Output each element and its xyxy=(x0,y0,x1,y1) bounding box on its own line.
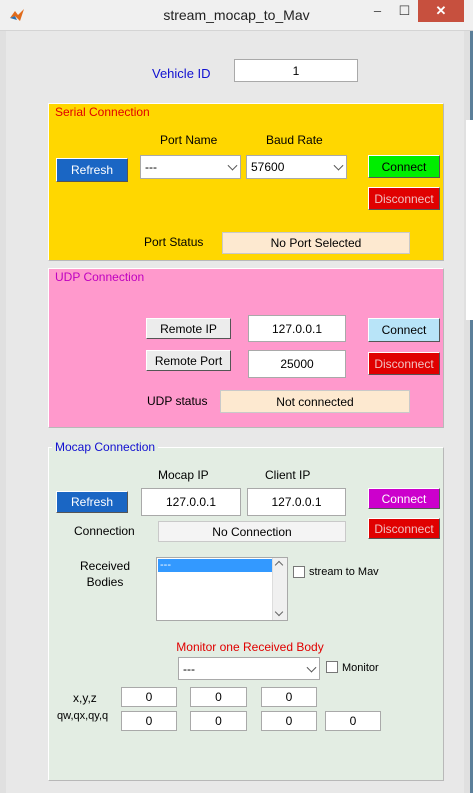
mocap-disconnect-button[interactable]: Disconnect xyxy=(368,518,440,539)
mocap-connection-title: Mocap Connection xyxy=(52,440,159,454)
qx-field[interactable]: 0 xyxy=(190,711,247,731)
maximize-button[interactable]: ☐ xyxy=(391,0,418,22)
udp-connect-button[interactable]: Connect xyxy=(368,318,440,342)
stream-to-mav-checkbox[interactable] xyxy=(293,566,305,578)
list-item[interactable]: --- xyxy=(158,559,273,572)
chevron-down-icon xyxy=(274,607,284,617)
qw-field[interactable]: 0 xyxy=(121,711,177,731)
port-name-select[interactable]: --- xyxy=(140,155,241,179)
monitor-body-value: --- xyxy=(183,661,195,676)
client-ip-input[interactable]: 127.0.0.1 xyxy=(247,488,346,516)
chevron-down-icon xyxy=(306,662,317,673)
mocap-ip-label: Mocap IP xyxy=(158,468,209,482)
remote-ip-input[interactable]: 127.0.0.1 xyxy=(248,315,346,342)
received-bodies-listbox[interactable]: --- xyxy=(156,557,288,621)
quaternion-label: qw,qx,qy,q xyxy=(57,710,109,722)
port-status-label: Port Status xyxy=(144,235,204,249)
udp-status-label: UDP status xyxy=(147,394,208,408)
connection-label: Connection xyxy=(74,524,135,538)
serial-disconnect-button[interactable]: Disconnect xyxy=(368,187,440,210)
baud-rate-value: 57600 xyxy=(251,160,285,174)
udp-connection-title: UDP Connection xyxy=(52,270,148,284)
minimize-button[interactable]: – xyxy=(364,0,391,22)
remote-ip-label: Remote IP xyxy=(146,318,231,339)
baud-rate-select[interactable]: 57600 xyxy=(246,155,347,179)
port-name-label: Port Name xyxy=(160,133,218,147)
background-window-edge xyxy=(466,120,473,320)
monitor-title: Monitor one Received Body xyxy=(176,640,324,654)
remote-port-input[interactable]: 25000 xyxy=(248,350,346,378)
udp-disconnect-button[interactable]: Disconnect xyxy=(368,352,440,375)
port-name-value: --- xyxy=(145,160,157,174)
chevron-down-icon xyxy=(227,160,238,171)
client-ip-label: Client IP xyxy=(265,468,311,482)
y-field[interactable]: 0 xyxy=(190,687,247,707)
qy-field[interactable]: 0 xyxy=(261,711,317,731)
stream-to-mav-label: stream to Mav xyxy=(309,566,379,578)
vehicle-id-label: Vehicle ID xyxy=(152,66,211,81)
x-field[interactable]: 0 xyxy=(121,687,177,707)
baud-rate-label: Baud Rate xyxy=(266,133,323,147)
serial-refresh-button[interactable]: Refresh xyxy=(56,158,128,182)
xyz-label: x,y,z xyxy=(73,691,97,705)
udp-status-field: Not connected xyxy=(220,390,410,413)
z-field[interactable]: 0 xyxy=(261,687,317,707)
mocap-ip-input[interactable]: 127.0.0.1 xyxy=(141,488,241,516)
serial-connection-title: Serial Connection xyxy=(52,105,153,119)
monitor-body-select[interactable]: --- xyxy=(178,657,320,680)
port-status-field: No Port Selected xyxy=(222,232,410,254)
remote-port-label: Remote Port xyxy=(146,350,231,371)
close-button[interactable]: ✕ xyxy=(418,0,464,22)
chevron-up-icon xyxy=(274,560,284,570)
vehicle-id-input[interactable]: 1 xyxy=(234,59,358,82)
listbox-scrollbar[interactable] xyxy=(272,558,287,620)
qz-field[interactable]: 0 xyxy=(325,711,381,731)
chevron-down-icon xyxy=(333,160,344,171)
mocap-refresh-button[interactable]: Refresh xyxy=(56,491,128,513)
monitor-label: Monitor xyxy=(342,662,379,674)
monitor-checkbox[interactable] xyxy=(326,661,338,673)
serial-connect-button[interactable]: Connect xyxy=(368,155,440,178)
mocap-connect-button[interactable]: Connect xyxy=(368,488,440,509)
received-bodies-label: Received Bodies xyxy=(79,559,131,589)
connection-status-field: No Connection xyxy=(158,521,346,542)
